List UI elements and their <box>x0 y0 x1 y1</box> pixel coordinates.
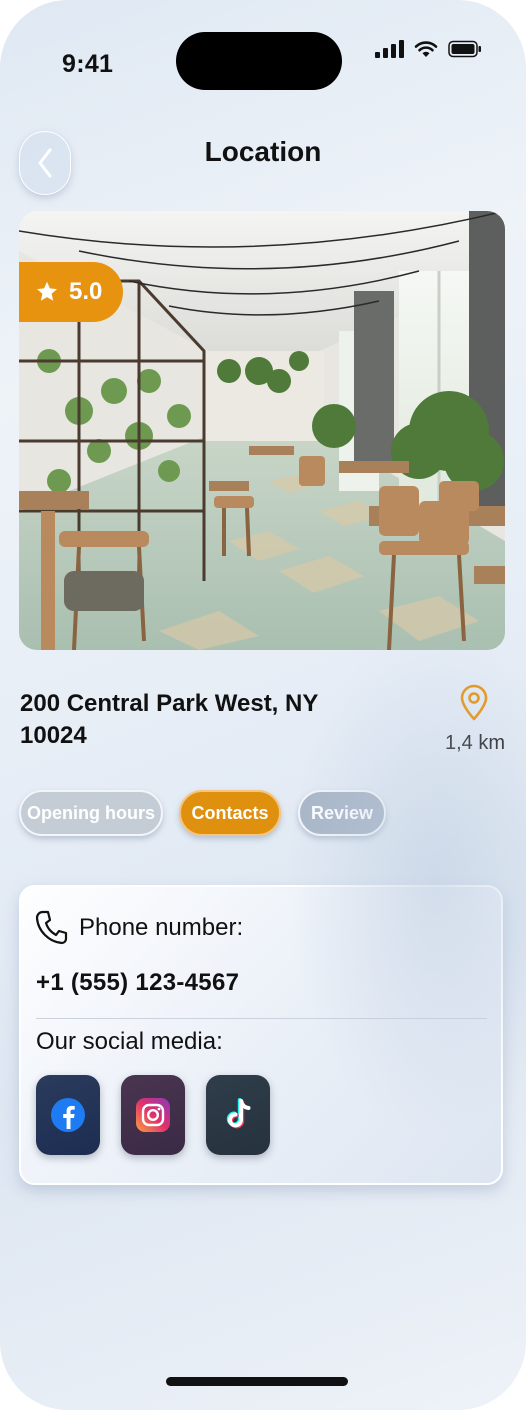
instagram-button[interactable] <box>121 1075 185 1155</box>
home-indicator[interactable] <box>166 1377 348 1386</box>
tiktok-button[interactable] <box>206 1075 270 1155</box>
rating-value: 5.0 <box>69 278 103 305</box>
location-pin-icon <box>460 684 488 721</box>
facebook-icon <box>51 1098 85 1132</box>
tiktok-icon <box>226 1098 251 1129</box>
status-icons <box>375 38 482 60</box>
tab-review[interactable]: Review <box>298 790 386 836</box>
page-title: Location <box>204 136 322 167</box>
instagram-icon <box>136 1098 170 1132</box>
contacts-card: Phone number: +1 (555) 123-4567 Our soci… <box>19 885 503 1185</box>
rating-badge: 5.0 <box>19 262 123 322</box>
facebook-button[interactable] <box>36 1075 100 1155</box>
wifi-icon <box>414 41 438 57</box>
address: 200 Central Park West, NY 10024 <box>20 690 318 749</box>
divider <box>36 1018 487 1019</box>
dynamic-island <box>176 32 342 90</box>
status-time: 9:41 <box>62 50 114 78</box>
battery-icon <box>448 40 481 58</box>
signal-icon <box>375 40 404 58</box>
distance: 1,4 km <box>445 732 506 754</box>
phone-screen: 9:41 Location 5.0 200 Central Park West,… <box>0 0 526 1410</box>
tab-contacts[interactable]: Contacts <box>179 790 281 836</box>
social-media-label: Our social media: <box>36 1028 223 1055</box>
tab-opening-hours[interactable]: Opening hours <box>19 790 163 836</box>
phone-number[interactable]: +1 (555) 123-4567 <box>36 969 239 997</box>
phone-label: Phone number: <box>79 914 244 941</box>
star-icon <box>37 281 57 301</box>
phone-icon <box>35 910 68 945</box>
